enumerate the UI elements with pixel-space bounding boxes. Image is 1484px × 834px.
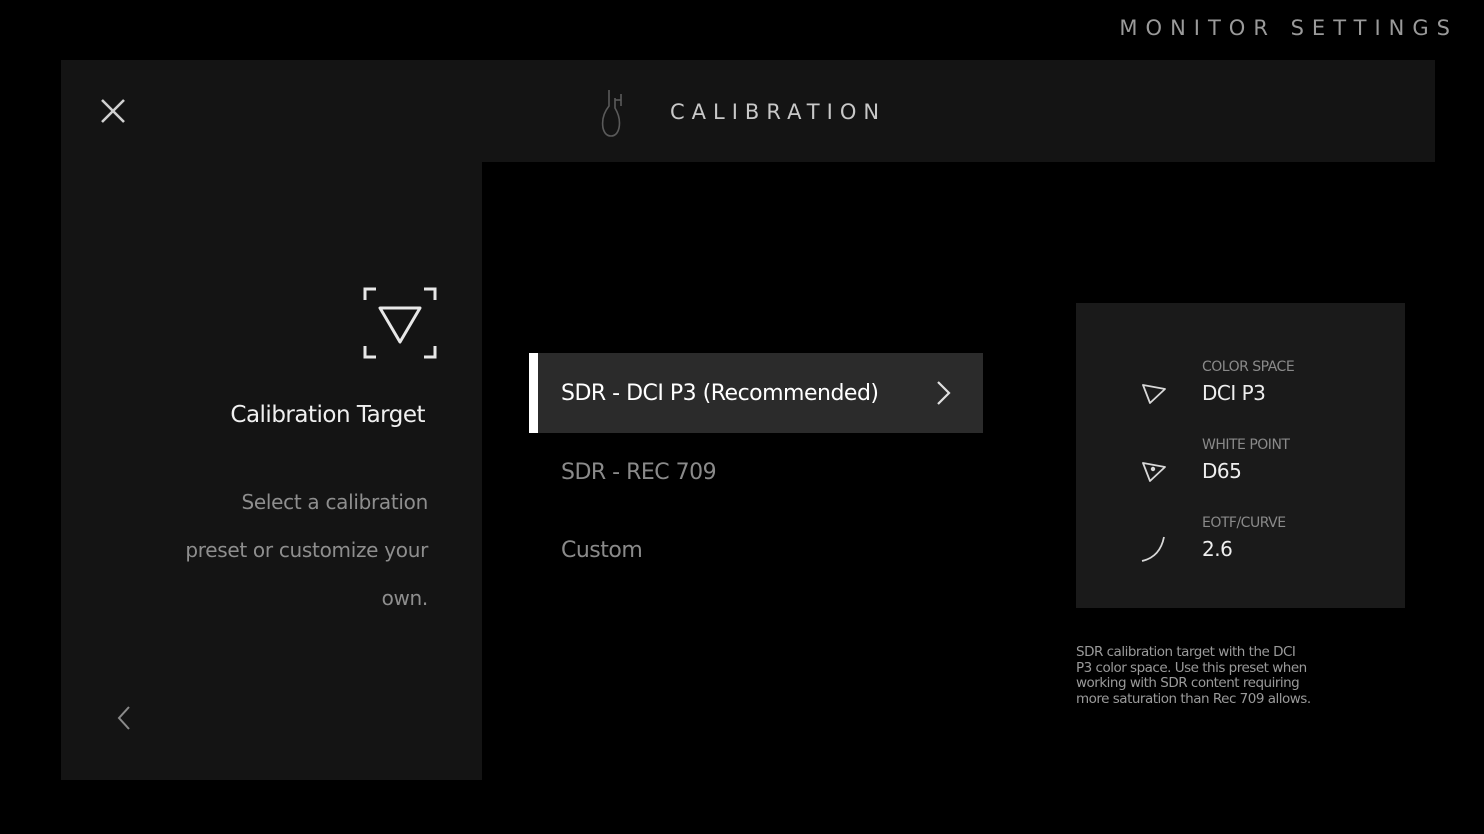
option-label: Custom [561, 537, 643, 563]
preset-description: SDR calibration target with the DCI P3 c… [1076, 644, 1366, 707]
info-value: DCI P3 [1202, 381, 1266, 405]
preset-description-line: more saturation than Rec 709 allows. [1076, 690, 1311, 707]
white-point-triangle-icon [1142, 462, 1166, 482]
option-custom[interactable]: Custom [529, 510, 983, 590]
color-space-triangle-icon [1142, 384, 1166, 404]
info-value: D65 [1202, 459, 1242, 483]
preset-description-line: P3 color space. Use this preset when [1076, 659, 1307, 676]
chevron-right-icon [937, 381, 951, 405]
close-button[interactable] [96, 94, 130, 128]
curve-icon [1141, 536, 1165, 562]
info-row-color-space: COLOR SPACE DCI P3 [1076, 359, 1405, 429]
description-line: own. [381, 586, 429, 610]
monitor-settings-screen: MONITOR SETTINGS CALIBRATION Calibration… [0, 0, 1484, 834]
option-sdr-rec-709[interactable]: SDR - REC 709 [529, 432, 983, 512]
section-title: Calibration Target [230, 402, 425, 428]
info-label: WHITE POINT [1202, 437, 1290, 453]
info-row-white-point: WHITE POINT D65 [1076, 437, 1405, 507]
option-sdr-dci-p3[interactable]: SDR - DCI P3 (Recommended) [529, 353, 983, 433]
preset-description-line: working with SDR content requiring [1076, 675, 1300, 691]
calibration-target-icon [363, 287, 437, 359]
chevron-left-icon [117, 706, 130, 730]
info-label: EOTF/CURVE [1202, 515, 1286, 531]
back-button[interactable] [112, 700, 136, 736]
description-line: Select a calibration [241, 490, 428, 514]
section-description: Select a calibration preset or customize… [158, 478, 428, 622]
description-line: preset or customize your [185, 538, 428, 562]
option-label: SDR - REC 709 [561, 459, 717, 485]
preset-info-card: COLOR SPACE DCI P3 WHITE POINT D65 EOTF/… [1076, 303, 1405, 608]
info-row-eotf-curve: EOTF/CURVE 2.6 [1076, 515, 1405, 585]
header-title: CALIBRATION [670, 100, 887, 124]
info-label: COLOR SPACE [1202, 359, 1295, 375]
left-panel [61, 162, 482, 780]
calibration-probe-icon [590, 84, 630, 140]
preset-description-line: SDR calibration target with the DCI [1076, 644, 1296, 660]
header-title-group: CALIBRATION [590, 84, 886, 140]
page-title: MONITOR SETTINGS [1119, 16, 1458, 40]
selection-indicator [529, 353, 538, 433]
option-label: SDR - DCI P3 (Recommended) [561, 380, 879, 406]
info-value: 2.6 [1202, 537, 1233, 561]
close-icon [101, 99, 125, 123]
